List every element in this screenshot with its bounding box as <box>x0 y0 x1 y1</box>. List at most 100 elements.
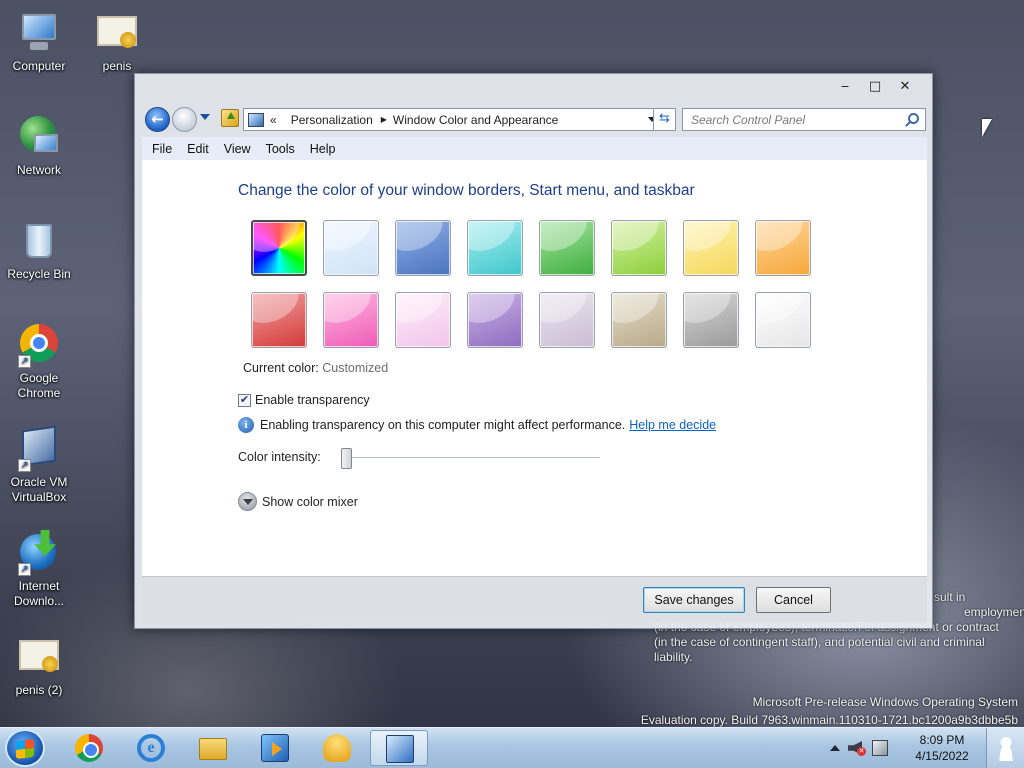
color-swatch-lime[interactable] <box>611 220 667 276</box>
up-level-button[interactable] <box>221 109 239 127</box>
menu-bar: File Edit View Tools Help <box>142 137 927 160</box>
color-swatch-violet[interactable] <box>467 292 523 348</box>
desktop-icon-virtualbox[interactable]: ↗ Oracle VM VirtualBox <box>2 425 76 505</box>
muted-badge-icon: ✕ <box>857 747 866 756</box>
desktop-icon-penis[interactable]: penis <box>80 10 154 74</box>
search-icon[interactable] <box>908 113 919 124</box>
breadcrumb-separator-icon[interactable]: ▶ <box>381 115 387 124</box>
breadcrumb-window-color[interactable]: Window Color and Appearance <box>393 113 558 127</box>
menu-file[interactable]: File <box>152 142 172 156</box>
control-panel-icon <box>386 735 414 763</box>
taskbar-shell[interactable] <box>308 730 366 766</box>
menu-view[interactable]: View <box>224 142 251 156</box>
desktop-icon-computer[interactable]: Computer <box>2 10 76 74</box>
taskbar-chrome[interactable] <box>60 730 118 766</box>
cancel-button[interactable]: Cancel <box>756 587 831 613</box>
back-arrow-icon: ← <box>151 110 164 128</box>
taskbar-internet-explorer[interactable]: e <box>122 730 180 766</box>
desktop-icon-label: penis (2) <box>15 683 63 697</box>
control-panel-icon <box>248 112 264 127</box>
certificate-icon <box>16 634 62 680</box>
color-swatch-fuchsia[interactable] <box>323 292 379 348</box>
color-swatch-leaf[interactable] <box>539 220 595 276</box>
color-mixer-label[interactable]: Show color mixer <box>262 495 358 509</box>
color-swatch-twilight[interactable] <box>395 220 451 276</box>
internet-explorer-icon: e <box>137 734 165 762</box>
clock-date: 4/15/2022 <box>915 749 969 763</box>
desktop-icon-idm[interactable]: ↗ Internet Downlo... <box>2 530 76 609</box>
clock-time: 8:09 PM <box>919 733 965 747</box>
search-input[interactable]: Search Control Panel <box>682 108 926 131</box>
transparency-checkbox[interactable]: ✔ <box>238 393 251 407</box>
color-swatch-rainbow[interactable] <box>251 220 307 276</box>
menu-edit[interactable]: Edit <box>187 142 209 156</box>
color-intensity-slider[interactable] <box>341 448 352 469</box>
show-hidden-icons-icon[interactable] <box>830 745 840 751</box>
minimize-button[interactable]: ‒ <box>830 78 860 96</box>
desktop-icon-label: Recycle Bin <box>7 267 71 281</box>
info-text: Enabling transparency on this computer m… <box>260 418 626 432</box>
save-changes-button[interactable]: Save changes <box>643 587 745 613</box>
color-intensity-label: Color intensity: <box>238 450 321 464</box>
back-button[interactable]: ← <box>145 107 170 132</box>
info-icon: i <box>238 417 254 433</box>
color-swatch-ruby[interactable] <box>251 292 307 348</box>
taskbar-media-player[interactable] <box>246 730 304 766</box>
color-intensity-track[interactable] <box>344 457 600 459</box>
close-button[interactable]: ✕ <box>890 78 920 96</box>
desktop-icon-label: Computer <box>12 59 66 73</box>
desktop-icon-network[interactable]: Network <box>2 114 76 178</box>
start-button[interactable] <box>5 729 45 767</box>
help-me-decide-link[interactable]: Help me decide <box>629 418 716 432</box>
page-title: Change the color of your window borders,… <box>238 182 695 199</box>
taskbar-file-explorer[interactable] <box>184 730 242 766</box>
main-content: Change the color of your window borders,… <box>142 160 927 576</box>
desktop-icon-label: Oracle VM VirtualBox <box>10 475 68 504</box>
color-swatch-lavender[interactable] <box>539 292 595 348</box>
color-swatch-frost[interactable] <box>755 292 811 348</box>
transparency-option[interactable]: ✔ Enable transparency <box>238 393 370 407</box>
refresh-button[interactable]: ⇆ <box>653 108 676 131</box>
forward-button[interactable] <box>172 107 197 132</box>
taskbar-control-panel[interactable] <box>370 730 428 766</box>
menu-tools[interactable]: Tools <box>266 142 295 156</box>
window-controls: ‒ □ ✕ <box>830 78 920 96</box>
virtualbox-icon: ↗ <box>16 425 62 472</box>
desktop-icon-chrome[interactable]: ↗ Google Chrome <box>2 322 76 401</box>
network-tray-icon[interactable] <box>872 740 888 756</box>
color-swatch-taupe[interactable] <box>611 292 667 348</box>
system-tray: ✕ 8:09 PM 4/15/2022 <box>824 728 1024 768</box>
color-swatch-blush[interactable] <box>395 292 451 348</box>
shortcut-arrow-icon: ↗ <box>18 563 31 576</box>
desktop-icon-label: Network <box>16 163 61 177</box>
breadcrumb-personalization[interactable]: Personalization <box>291 113 373 127</box>
user-avatar-icon <box>996 735 1016 761</box>
desktop-icon-penis-2[interactable]: penis (2) <box>2 634 76 698</box>
color-mixer-toggle[interactable]: Show color mixer <box>238 492 358 511</box>
chrome-icon <box>75 734 103 762</box>
color-swatch-tangerine[interactable] <box>755 220 811 276</box>
color-swatch-lemon[interactable] <box>683 220 739 276</box>
maximize-button[interactable]: □ <box>860 78 890 96</box>
internet-download-manager-icon: ↗ <box>16 530 62 576</box>
current-color-value: Customized <box>322 361 389 375</box>
color-swatch-chocolate[interactable] <box>683 292 739 348</box>
color-swatch-sky[interactable] <box>323 220 379 276</box>
chrome-icon: ↗ <box>16 322 62 368</box>
desktop-icon-recycle-bin[interactable]: Recycle Bin <box>2 218 76 282</box>
address-bar[interactable]: « Personalization ▶ Window Color and App… <box>243 108 661 131</box>
breadcrumb-overflow[interactable]: « <box>270 113 277 127</box>
media-player-icon <box>261 734 289 762</box>
network-icon <box>16 114 62 160</box>
desktop-icon-label: Google Chrome <box>17 371 61 400</box>
transparency-label[interactable]: Enable transparency <box>255 393 370 407</box>
search-placeholder: Search Control Panel <box>691 113 806 127</box>
chevron-down-icon[interactable] <box>238 492 257 511</box>
computer-icon <box>16 10 62 56</box>
recent-pages-dropdown[interactable] <box>200 114 210 120</box>
clock[interactable]: 8:09 PM 4/15/2022 <box>902 732 982 764</box>
current-color-label: Current color: <box>243 361 319 375</box>
menu-help[interactable]: Help <box>310 142 336 156</box>
show-desktop-button[interactable] <box>986 728 1024 768</box>
color-swatch-sea[interactable] <box>467 220 523 276</box>
